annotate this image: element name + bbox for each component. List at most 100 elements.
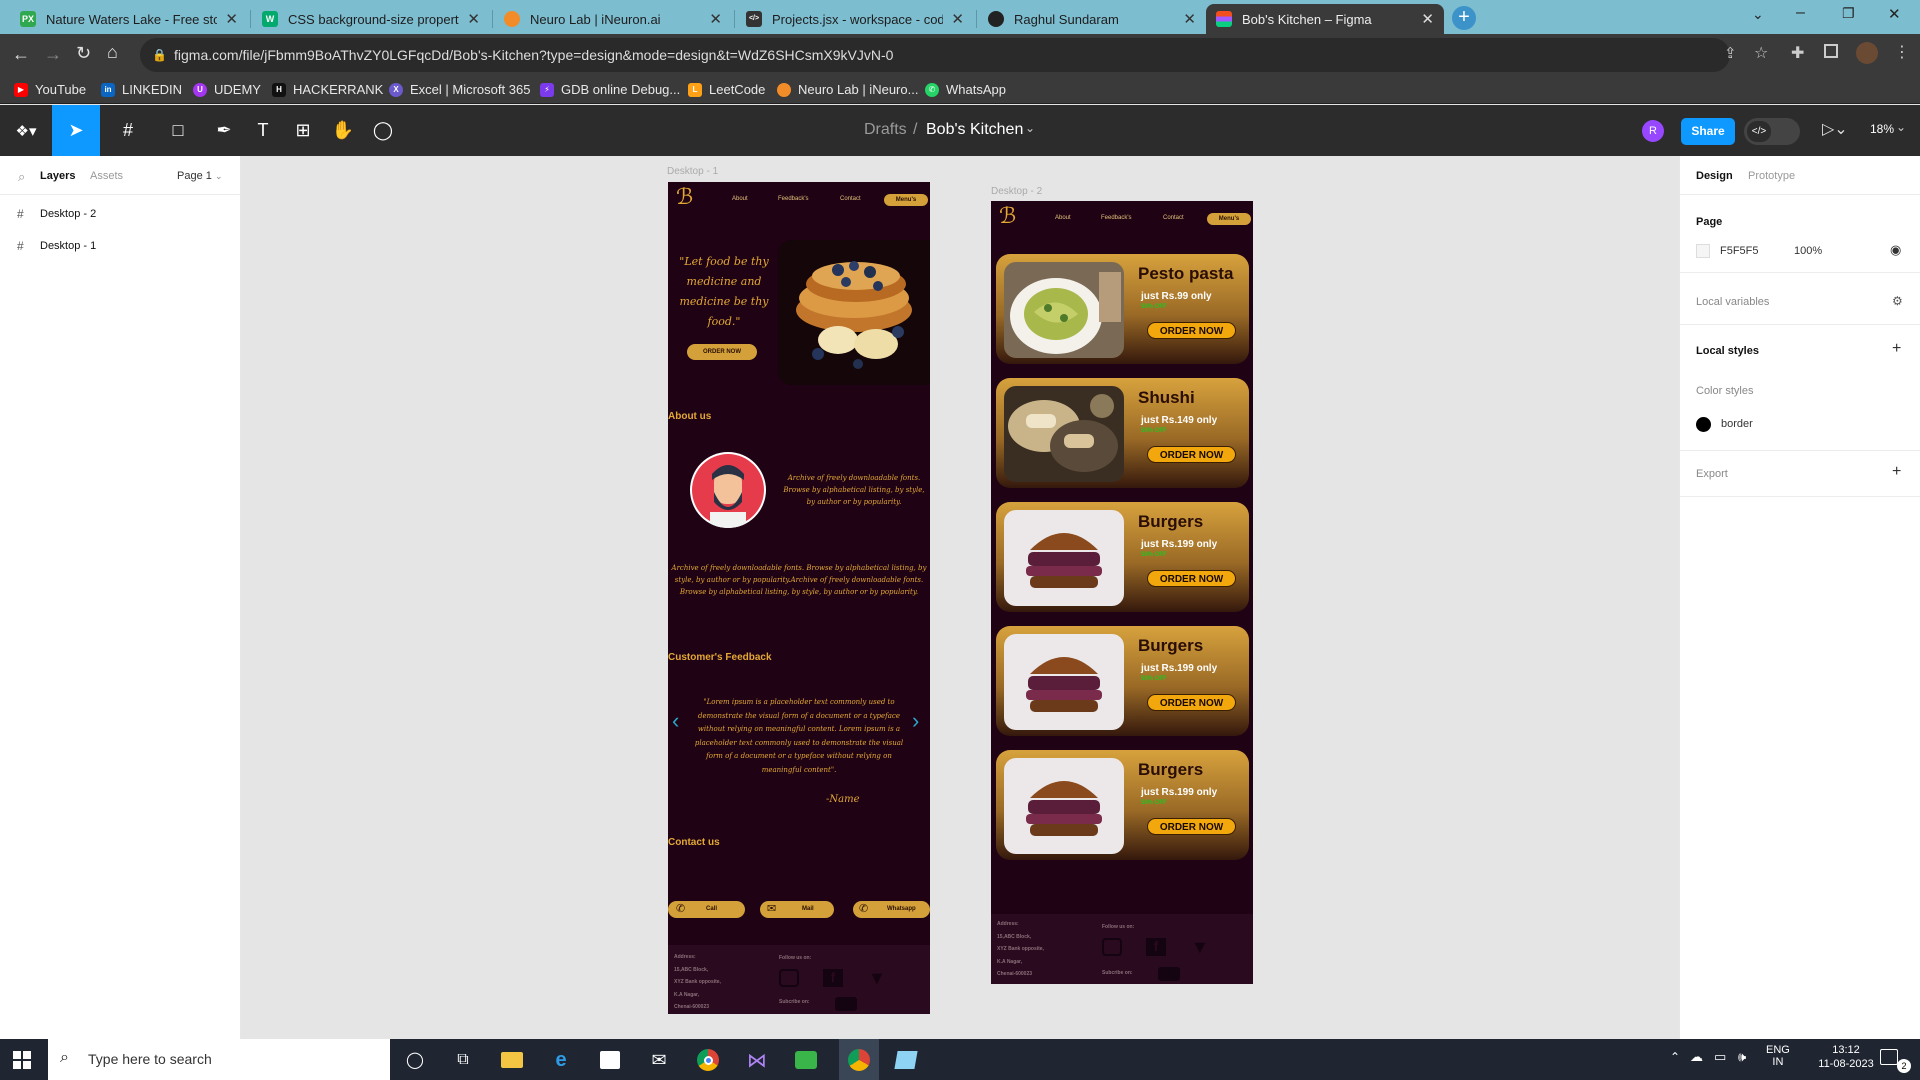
mail-button[interactable]: ✉ Mail xyxy=(760,901,834,918)
desktop-2-frame[interactable]: ℬ About Feedback's Contact Menu's Pesto … xyxy=(991,201,1253,984)
dev-mode-toggle[interactable]: </> xyxy=(1744,118,1800,145)
chevron-left-icon[interactable]: ‹ xyxy=(672,708,679,734)
search-icon[interactable]: ⌕ xyxy=(18,169,25,185)
bookmark-youtube[interactable]: ▶ YouTube xyxy=(14,82,86,97)
frame-label[interactable]: Desktop - 2 xyxy=(991,186,1042,197)
facebook-icon[interactable]: f xyxy=(823,969,843,987)
twitter-icon[interactable]: ▼ xyxy=(868,968,886,989)
forward-icon[interactable]: → xyxy=(44,44,62,65)
zoom-level[interactable]: 18% xyxy=(1870,122,1894,136)
page-color-value[interactable]: F5F5F5 xyxy=(1720,245,1759,257)
hand-tool-icon[interactable]: ✋ xyxy=(326,105,360,156)
file-name[interactable]: Bob's Kitchen xyxy=(926,121,1023,139)
bookmark-gdb[interactable]: ⚡ GDB online Debug... xyxy=(540,82,680,97)
language-indicator[interactable]: ENG IN xyxy=(1766,1044,1790,1068)
restore-icon[interactable]: ❐ xyxy=(1842,5,1855,22)
browser-tab[interactable]: PX Nature Waters Lake - Free stock ✕ xyxy=(10,4,248,34)
menu-card[interactable]: Burgers just Rs.199 only 50% OFF ORDER N… xyxy=(996,750,1249,860)
color-style-swatch[interactable] xyxy=(1696,417,1711,432)
notepad-icon[interactable] xyxy=(890,1044,922,1076)
tab-prototype[interactable]: Prototype xyxy=(1748,170,1795,182)
chrome-icon[interactable] xyxy=(692,1044,724,1076)
windows-start-icon[interactable] xyxy=(6,1044,38,1076)
file-explorer-icon[interactable] xyxy=(496,1044,528,1076)
browser-tab[interactable]: </> Projects.jsx - workspace - code-s ✕ xyxy=(736,4,974,34)
page-color-swatch[interactable] xyxy=(1696,244,1710,258)
close-icon[interactable]: ✕ xyxy=(951,10,964,28)
minimize-icon[interactable]: – xyxy=(1796,4,1805,22)
sliders-icon[interactable]: ⚙ xyxy=(1892,294,1903,308)
taskbar-search-box[interactable]: ⌕ Type here to search xyxy=(48,1039,390,1080)
zoom-chevron-icon[interactable]: ⌄ xyxy=(1896,120,1906,134)
page-opacity[interactable]: 100% xyxy=(1794,245,1822,257)
layer-row[interactable]: # Desktop - 1 xyxy=(0,234,240,260)
menu-kebab-icon[interactable]: ⋮ xyxy=(1894,42,1910,62)
new-tab-button[interactable]: + xyxy=(1452,6,1476,30)
close-icon[interactable]: ✕ xyxy=(709,10,722,28)
avatar[interactable]: R xyxy=(1642,120,1664,142)
design-canvas[interactable]: Desktop - 1 ℬ About Feedback's Contact M… xyxy=(241,156,1679,1039)
tab-assets[interactable]: Assets xyxy=(90,170,123,182)
window-close-icon[interactable]: ✕ xyxy=(1888,5,1901,23)
twitter-icon[interactable]: ▼ xyxy=(1191,937,1209,958)
order-now-button[interactable]: ORDER NOW xyxy=(1147,818,1236,835)
add-style-icon[interactable]: + xyxy=(1892,340,1901,358)
share-page-icon[interactable]: ⇪ xyxy=(1724,44,1737,62)
page-selector[interactable]: Page 1 ⌄ xyxy=(177,170,222,182)
profile-avatar[interactable] xyxy=(1856,42,1878,64)
volume-icon[interactable]: 🕪 xyxy=(1738,1049,1746,1065)
chevron-right-icon[interactable]: › xyxy=(912,708,919,734)
menu-card[interactable]: Burgers just Rs.199 only 50% OFF ORDER N… xyxy=(996,626,1249,736)
browser-tab[interactable]: Neuro Lab | iNeuron.ai ✕ xyxy=(494,4,732,34)
bookmark-linkedin[interactable]: in LINKEDIN xyxy=(101,82,182,97)
rectangle-tool-icon[interactable]: □ xyxy=(158,105,198,156)
browser-tab-active[interactable]: Bob's Kitchen – Figma ✕ xyxy=(1206,4,1444,34)
chrome-active-icon[interactable] xyxy=(839,1039,879,1080)
nav-about[interactable]: About xyxy=(1055,215,1071,221)
reload-icon[interactable]: ↻ xyxy=(76,43,91,64)
browser-tab[interactable]: Raghul Sundaram ✕ xyxy=(978,4,1206,34)
network-icon[interactable]: ▭ xyxy=(1714,1049,1726,1065)
cortana-icon[interactable]: ◯ xyxy=(399,1044,431,1076)
instagram-icon[interactable] xyxy=(779,969,799,987)
mail-icon[interactable]: ✉ xyxy=(643,1044,675,1076)
instagram-icon[interactable] xyxy=(1102,938,1122,956)
nav-about[interactable]: About xyxy=(732,196,748,202)
tab-search-icon[interactable]: ⌄ xyxy=(1752,6,1764,23)
address-bar[interactable]: 🔒 figma.com/file/jFbmm9BoAThvZY0LGFqcDd/… xyxy=(140,38,1730,72)
order-now-button[interactable]: ORDER NOW xyxy=(1147,446,1236,463)
move-tool-icon[interactable]: ➤ xyxy=(52,105,100,156)
comment-tool-icon[interactable]: ◯ xyxy=(366,105,400,156)
add-export-icon[interactable]: + xyxy=(1892,463,1901,481)
pen-tool-icon[interactable]: ✒ xyxy=(204,105,244,156)
back-icon[interactable]: ← xyxy=(12,44,30,65)
close-icon[interactable]: ✕ xyxy=(225,10,238,28)
menu-card[interactable]: Pesto pasta just Rs.99 only 50% OFF ORDE… xyxy=(996,254,1249,364)
nav-feedback[interactable]: Feedback's xyxy=(778,196,809,202)
notifications-icon[interactable] xyxy=(1880,1049,1898,1065)
bookmark-whatsapp[interactable]: ✆ WhatsApp xyxy=(925,82,1006,97)
desktop-1-frame[interactable]: ℬ About Feedback's Contact Menu's "Let f… xyxy=(668,182,930,1014)
nav-feedback[interactable]: Feedback's xyxy=(1101,215,1132,221)
order-now-button[interactable]: ORDER NOW xyxy=(1147,570,1236,587)
bookmark-hackerrank[interactable]: H HACKERRANK xyxy=(272,82,383,97)
close-icon[interactable]: ✕ xyxy=(1421,10,1434,28)
eye-icon[interactable]: ◉ xyxy=(1890,242,1901,258)
bookmark-excel[interactable]: X Excel | Microsoft 365 xyxy=(389,82,530,97)
visual-studio-icon[interactable]: ⋈ xyxy=(741,1044,773,1076)
close-icon[interactable]: ✕ xyxy=(1183,10,1196,28)
facebook-icon[interactable]: f xyxy=(1146,938,1166,956)
tab-design[interactable]: Design xyxy=(1696,170,1733,182)
home-icon[interactable]: ⌂ xyxy=(107,42,118,63)
resources-tool-icon[interactable]: ⊞ xyxy=(286,105,320,156)
frame-label[interactable]: Desktop - 1 xyxy=(667,166,718,177)
bookmark-neurolab[interactable]: Neuro Lab | iNeuro... xyxy=(777,82,918,97)
nav-contact[interactable]: Contact xyxy=(840,196,861,202)
tab-layers[interactable]: Layers xyxy=(40,170,75,182)
layer-row[interactable]: # Desktop - 2 xyxy=(0,202,240,228)
extensions-icon[interactable]: ✚ xyxy=(1791,43,1804,63)
order-now-button[interactable]: ORDER NOW xyxy=(1147,694,1236,711)
bookmark-star-icon[interactable]: ☆ xyxy=(1754,43,1768,63)
nav-menus[interactable]: Menu's xyxy=(884,194,928,206)
order-now-button[interactable]: ORDER NOW xyxy=(1147,322,1236,339)
